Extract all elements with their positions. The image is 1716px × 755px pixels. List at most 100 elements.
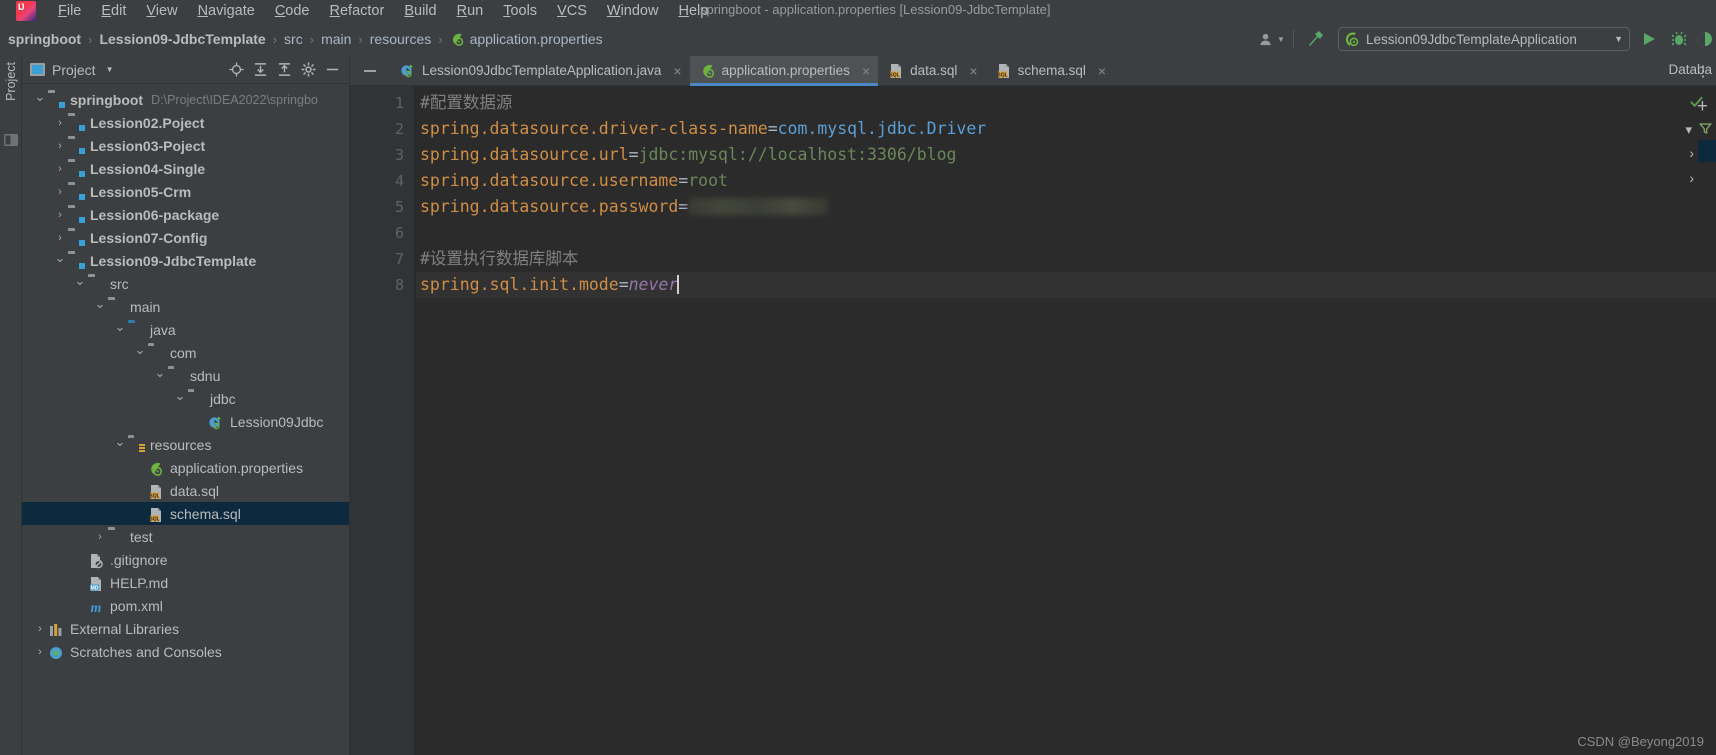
code-line[interactable]: spring.datasource.url=jdbc:mysql://local…	[416, 142, 1716, 168]
tree-node-src[interactable]: ⌄ src	[22, 272, 349, 295]
tree-node-main[interactable]: ⌄ main	[22, 295, 349, 318]
chevron-right-icon[interactable]: ›	[52, 163, 68, 175]
tree-node-lession02-poject[interactable]: › Lession02.Poject	[22, 111, 349, 134]
code-line[interactable]: spring.sql.init.mode=never	[416, 272, 1716, 298]
tree-node-data-sql[interactable]: SQL data.sql	[22, 479, 349, 502]
collapse-all-icon[interactable]	[273, 59, 295, 81]
tree-node-label: com	[170, 344, 197, 361]
hammer-icon[interactable]	[1300, 24, 1330, 54]
tree-node-schema-sql[interactable]: SQL schema.sql	[22, 502, 349, 525]
editor-tab-data-sql[interactable]: SQL data.sql ×	[878, 56, 986, 85]
chevron-down-icon[interactable]: ⌄	[72, 273, 88, 289]
chevron-right-icon[interactable]: ›	[32, 623, 48, 635]
db-selected-row[interactable]	[1698, 140, 1716, 162]
tree-node-lession04-single[interactable]: › Lession04-Single	[22, 157, 349, 180]
code-line[interactable]: spring.datasource.driver-class-name=com.…	[416, 116, 1716, 142]
breadcrumb-item-lession09-jdbctemplate[interactable]: Lession09-JdbcTemplate	[99, 31, 265, 47]
run-with-coverage-icon[interactable]	[1694, 24, 1716, 54]
settings-gear-icon[interactable]	[297, 59, 319, 81]
chevron-down-icon[interactable]: ⌄	[112, 319, 128, 335]
chevron-right-icon[interactable]: ›	[52, 232, 68, 244]
tree-node-com[interactable]: ⌄ com	[22, 341, 349, 364]
menu-item-edit[interactable]: Edit	[91, 2, 136, 20]
chevron-down-icon[interactable]: ⌄	[172, 388, 188, 404]
tree-node-lession09-jdbctemplate[interactable]: ⌄ Lession09-JdbcTemplate	[22, 249, 349, 272]
chevron-down-icon[interactable]: ⌄	[132, 342, 148, 358]
code-line[interactable]: #设置执行数据库脚本	[416, 246, 1716, 272]
tree-node-application-properties[interactable]: application.properties	[22, 456, 349, 479]
menu-item-tools[interactable]: Tools	[493, 2, 547, 20]
debug-bug-icon[interactable]	[1664, 24, 1694, 54]
chevron-right-icon[interactable]: ›	[52, 140, 68, 152]
close-icon[interactable]: ×	[1098, 63, 1106, 79]
tree-node-springboot[interactable]: ⌄ springboot D:\Project\IDEA2022\springbo	[22, 88, 349, 111]
tree-node-lession05-crm[interactable]: › Lession05-Crm	[22, 180, 349, 203]
chevron-down-icon[interactable]: ⌄	[112, 434, 128, 450]
breadcrumb-item-resources[interactable]: resources	[370, 31, 431, 47]
menu-item-refactor[interactable]: Refactor	[320, 2, 395, 20]
chevron-right-icon[interactable]: ›	[92, 531, 108, 543]
tree-node-help-md[interactable]: MD HELP.md	[22, 571, 349, 594]
breadcrumb-item-main[interactable]: main	[321, 31, 351, 47]
tree-node-jdbc[interactable]: ⌄ jdbc	[22, 387, 349, 410]
tree-node-sdnu[interactable]: ⌄ sdnu	[22, 364, 349, 387]
tool-strip-button-project[interactable]: Project	[4, 62, 18, 101]
close-icon[interactable]: ×	[673, 63, 681, 79]
collapse-db-icon[interactable]: ▾	[1685, 122, 1692, 138]
chevron-down-icon[interactable]: ⌄	[92, 296, 108, 312]
tree-node-java[interactable]: ⌄ java	[22, 318, 349, 341]
tree-node-scratches-and-consoles[interactable]: › Scratches and Consoles	[22, 640, 349, 663]
collapse-minus-icon[interactable]	[350, 56, 390, 85]
chevron-right-icon[interactable]: ›	[52, 186, 68, 198]
expand-all-icon[interactable]	[249, 59, 271, 81]
code-line[interactable]: spring.datasource.username=root	[416, 168, 1716, 194]
db-expand-row-1-icon[interactable]: ›	[1689, 145, 1694, 161]
menu-item-file[interactable]: File	[48, 2, 91, 20]
code-line[interactable]: #配置数据源	[416, 90, 1716, 116]
close-icon[interactable]: ×	[862, 63, 870, 79]
add-datasource-icon[interactable]: +	[1697, 96, 1708, 118]
tree-node-pom-xml[interactable]: m pom.xml	[22, 594, 349, 617]
chevron-down-icon[interactable]: ⌄	[32, 89, 48, 105]
user-avatar-icon[interactable]: ▼	[1257, 24, 1287, 54]
menu-item-vcs[interactable]: VCS	[547, 2, 597, 20]
chevron-right-icon[interactable]: ›	[52, 117, 68, 129]
tree-node-resources[interactable]: ⌄ resources	[22, 433, 349, 456]
run-configuration-selector[interactable]: Lession09JdbcTemplateApplication ▼	[1338, 27, 1630, 51]
tree-node-lession06-package[interactable]: › Lession06-package	[22, 203, 349, 226]
editor-tab-lession09jdbctemplateapplication-java[interactable]: Lession09JdbcTemplateApplication.java ×	[390, 56, 690, 85]
code-line[interactable]	[416, 220, 1716, 246]
hide-minus-icon[interactable]	[321, 59, 343, 81]
tree-node-lession07-config[interactable]: › Lession07-Config	[22, 226, 349, 249]
tree-node-lession03-poject[interactable]: › Lession03-Poject	[22, 134, 349, 157]
chevron-down-icon[interactable]: ⌄	[152, 365, 168, 381]
editor-code-area[interactable]: #配置数据源 spring.datasource.driver-class-nam…	[416, 86, 1716, 755]
menu-item-run[interactable]: Run	[447, 2, 494, 20]
tree-node-lession09jdbc[interactable]: Lession09Jdbc	[22, 410, 349, 433]
editor-tab-schema-sql[interactable]: SQL schema.sql ×	[985, 56, 1115, 85]
editor-tab-application-properties[interactable]: application.properties ×	[689, 56, 879, 86]
db-expand-row-2-icon[interactable]: ›	[1689, 170, 1694, 186]
chevron-down-icon[interactable]: ▼	[106, 65, 114, 74]
code-line[interactable]: spring.datasource.password=	[416, 194, 1716, 220]
chevron-right-icon[interactable]: ›	[32, 646, 48, 658]
breadcrumb-item-src[interactable]: src	[284, 31, 303, 47]
run-play-icon[interactable]	[1634, 24, 1664, 54]
breadcrumb-item-application-properties[interactable]: application.properties	[450, 31, 603, 47]
breadcrumb-item-springboot[interactable]: springboot	[8, 31, 81, 47]
tree-node-external-libraries[interactable]: › External Libraries	[22, 617, 349, 640]
chevron-down-icon[interactable]: ⌄	[52, 250, 68, 266]
menu-item-code[interactable]: Code	[265, 2, 320, 20]
close-icon[interactable]: ×	[969, 63, 977, 79]
menu-item-window[interactable]: Window	[597, 2, 669, 20]
code-editor[interactable]: 1 2 3 4 5 6 7 8 #配置数据源 spring.datasource.driver-…	[350, 86, 1716, 755]
tree-node-test[interactable]: › test	[22, 525, 349, 548]
filter-icon[interactable]	[1699, 122, 1712, 135]
tree-node--gitignore[interactable]: .gitignore	[22, 548, 349, 571]
tool-strip-button-database[interactable]: Databa	[1668, 62, 1712, 77]
locate-target-icon[interactable]	[225, 59, 247, 81]
chevron-right-icon[interactable]: ›	[52, 209, 68, 221]
menu-item-build[interactable]: Build	[394, 2, 446, 20]
menu-item-view[interactable]: View	[136, 2, 187, 20]
menu-item-navigate[interactable]: Navigate	[188, 2, 265, 20]
